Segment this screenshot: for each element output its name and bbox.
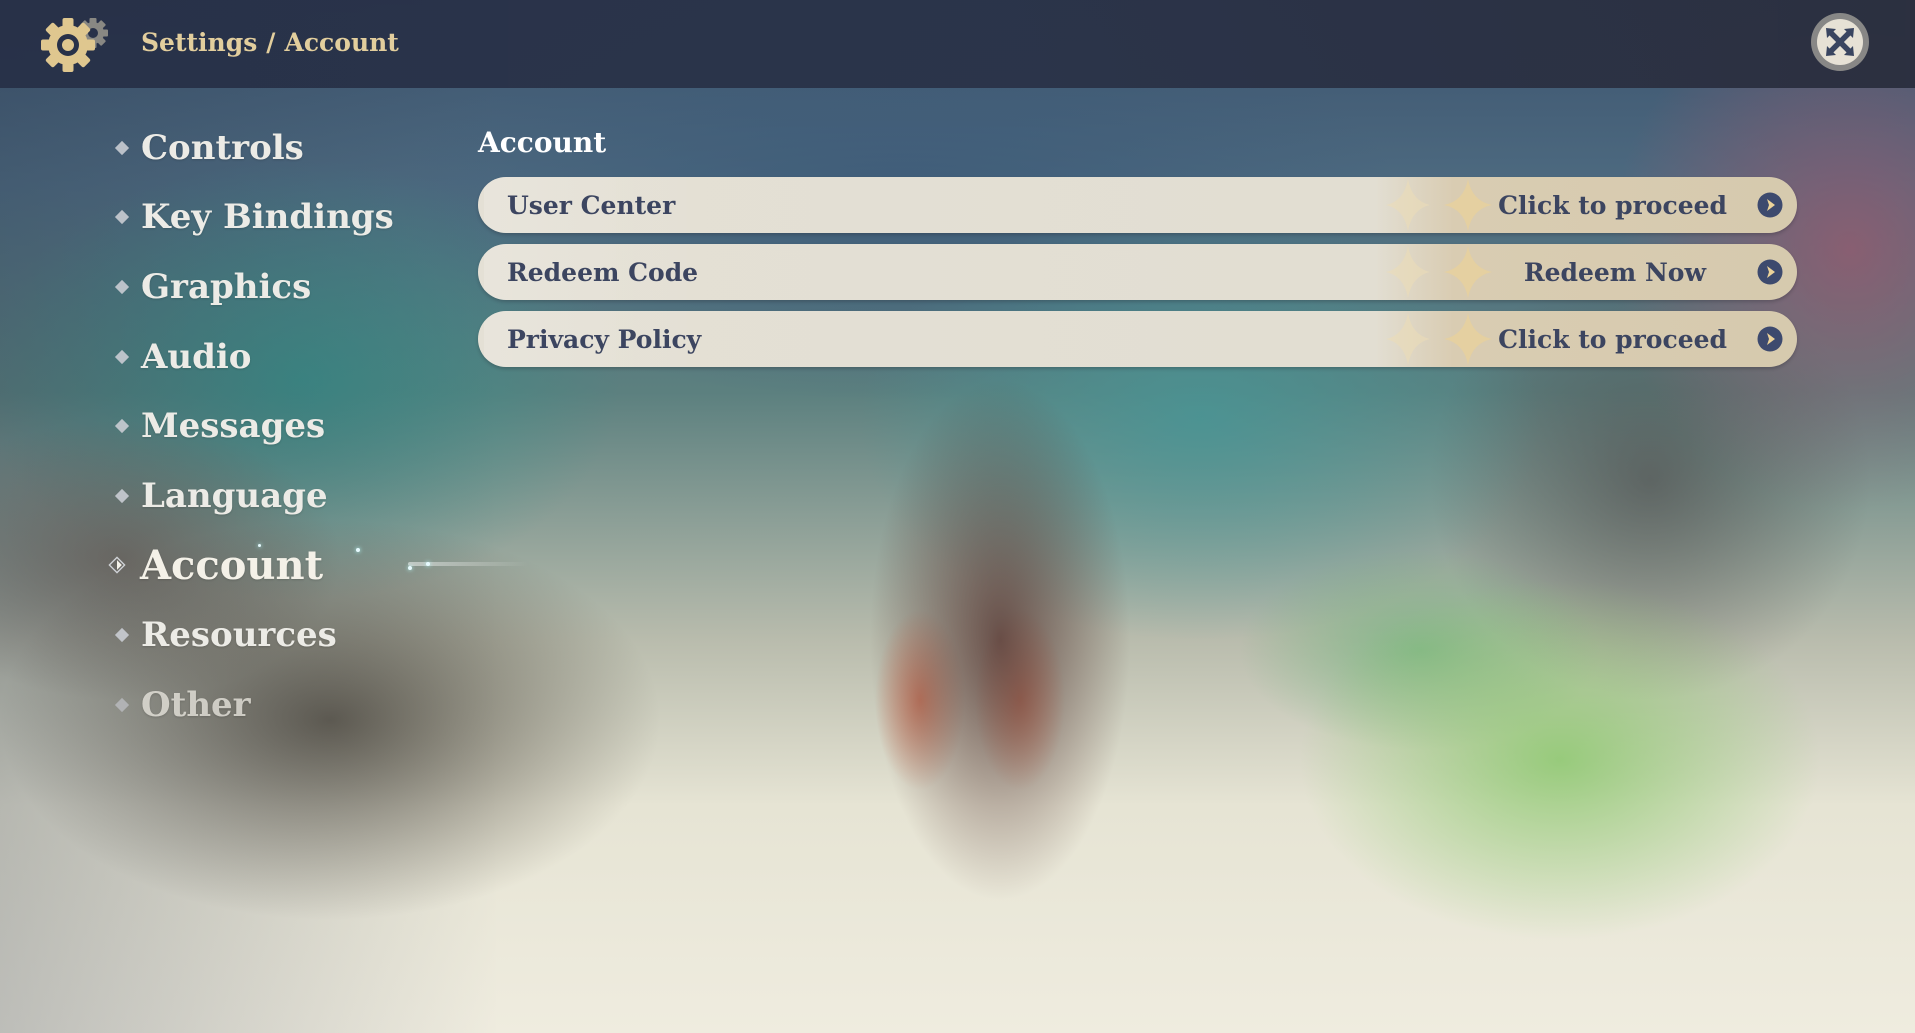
- sidebar-item-account[interactable]: Account: [108, 540, 528, 590]
- sidebar-item-label: Messages: [141, 406, 326, 446]
- gear-icon: [41, 18, 108, 72]
- row-action-label[interactable]: Click to proceed: [1498, 177, 1727, 233]
- row-label: Privacy Policy: [507, 324, 702, 354]
- sidebar-item-label: Resources: [141, 615, 337, 655]
- sidebar-item-graphics[interactable]: Graphics: [112, 262, 311, 312]
- breadcrumb-root[interactable]: Settings: [141, 28, 257, 57]
- sparkle-dot: [408, 566, 412, 570]
- sparkle-dot: [258, 544, 261, 547]
- settings-screen: Settings / Account Controls Key Bindings…: [0, 0, 1915, 1033]
- sidebar-item-label: Account: [140, 541, 324, 589]
- row-label: Redeem Code: [507, 257, 699, 287]
- sidebar-item-label: Graphics: [141, 267, 312, 307]
- row-label: User Center: [507, 190, 676, 220]
- sparkle-dot: [356, 548, 360, 552]
- sidebar-item-label: Key Bindings: [141, 197, 394, 237]
- active-diamond-icon: [108, 556, 126, 574]
- diamond-bullet-icon: [114, 349, 130, 365]
- row-privacy-policy[interactable]: Privacy Policy Click to proceed: [478, 311, 1797, 367]
- close-icon: [1826, 28, 1854, 56]
- diamond-bullet-icon: [114, 140, 130, 156]
- sidebar-item-controls[interactable]: Controls: [112, 123, 304, 173]
- star-decoration-icon: [1386, 179, 1492, 231]
- row-user-center[interactable]: User Center Click to proceed: [478, 177, 1797, 233]
- breadcrumb-separator: /: [266, 27, 276, 57]
- sidebar-item-audio[interactable]: Audio: [112, 332, 251, 382]
- sidebar-item-resources[interactable]: Resources: [112, 610, 337, 660]
- header-bar: Settings / Account: [0, 0, 1915, 88]
- star-decoration-icon: [1386, 246, 1492, 298]
- breadcrumb-current: Account: [284, 27, 399, 57]
- section-title: Account: [478, 126, 607, 159]
- sidebar-item-label: Language: [141, 476, 328, 516]
- diamond-bullet-icon: [114, 697, 130, 713]
- row-redeem-code[interactable]: Redeem Code Redeem Now: [478, 244, 1797, 300]
- diamond-bullet-icon: [114, 279, 130, 295]
- sidebar-item-key-bindings[interactable]: Key Bindings: [112, 192, 394, 242]
- sidebar-item-label: Audio: [141, 337, 252, 377]
- arrow-right-circle-icon[interactable]: [1757, 326, 1783, 352]
- diamond-bullet-icon: [114, 418, 130, 434]
- diamond-bullet-icon: [114, 627, 130, 643]
- close-button[interactable]: [1811, 13, 1869, 71]
- sidebar-item-other[interactable]: Other: [112, 680, 251, 730]
- close-button-face: [1817, 19, 1863, 65]
- sidebar-item-label: Other: [141, 685, 251, 725]
- row-action-label[interactable]: Redeem Now: [1524, 244, 1706, 300]
- sparkle-dot: [426, 562, 430, 566]
- diamond-bullet-icon: [114, 488, 130, 504]
- star-decoration-icon: [1386, 313, 1492, 365]
- arrow-right-circle-icon[interactable]: [1757, 192, 1783, 218]
- sidebar-item-messages[interactable]: Messages: [112, 401, 325, 451]
- row-action-label[interactable]: Click to proceed: [1498, 311, 1727, 367]
- arrow-right-circle-icon[interactable]: [1757, 259, 1783, 285]
- breadcrumb: Settings / Account: [141, 24, 399, 60]
- diamond-bullet-icon: [114, 209, 130, 225]
- sidebar-item-label: Controls: [141, 128, 304, 168]
- sidebar-item-language[interactable]: Language: [112, 471, 328, 521]
